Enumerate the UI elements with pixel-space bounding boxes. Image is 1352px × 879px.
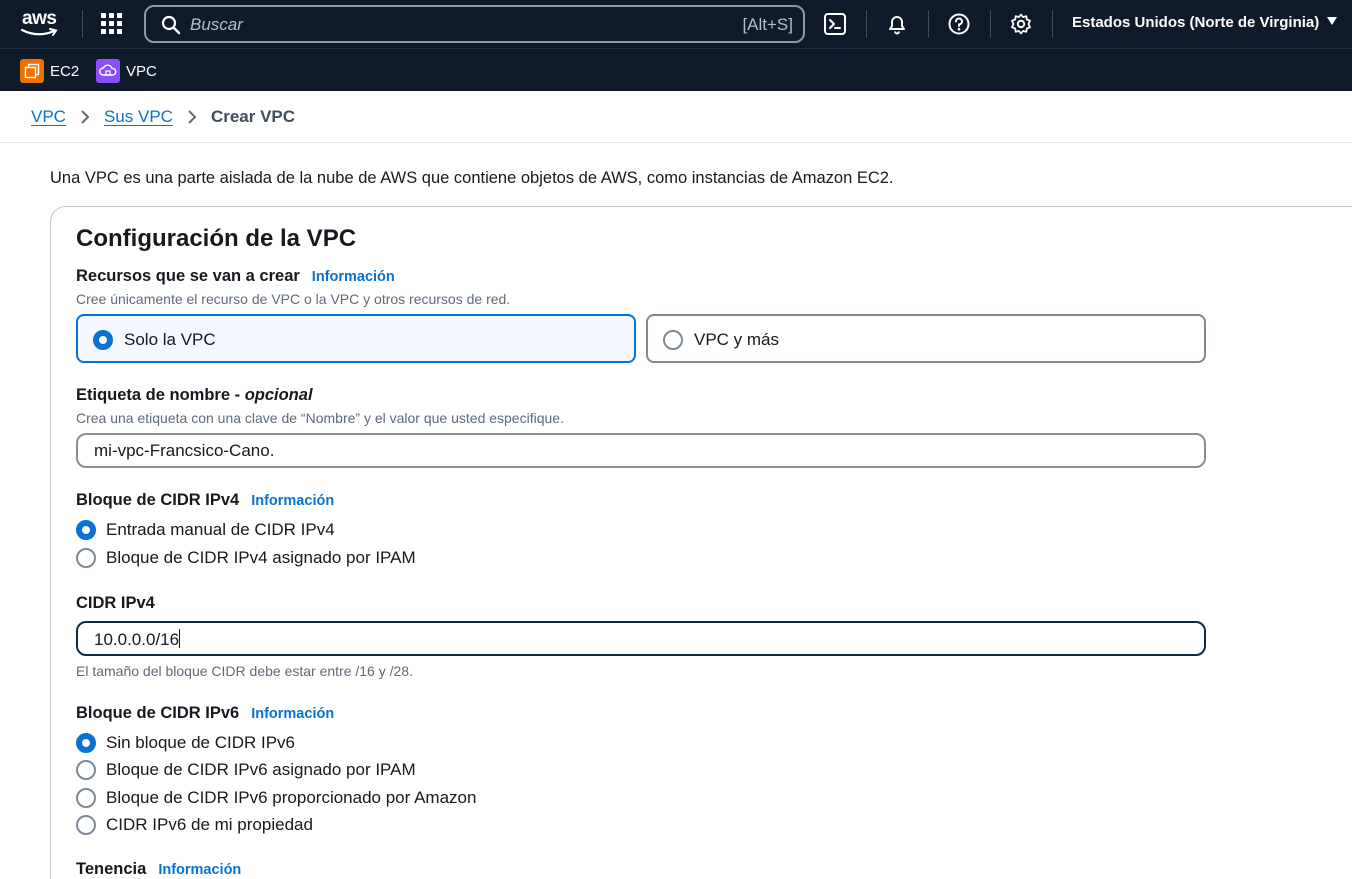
vpc-service-icon	[96, 59, 120, 83]
divider	[928, 10, 929, 38]
ipv4-cidr-hint: El tamaño del bloque CIDR debe estar ent…	[76, 663, 413, 679]
tenancy-label-text: Tenencia	[76, 860, 147, 878]
region-selector[interactable]: Estados Unidos (Norte de Virginia)	[1072, 14, 1338, 31]
tenancy-label: Tenencia Información	[76, 860, 241, 879]
optional-label: opcional	[244, 386, 313, 404]
radio-unselected-icon	[663, 330, 683, 350]
favorite-vpc[interactable]: VPC	[96, 59, 157, 83]
ipv6-info-link[interactable]: Información	[251, 706, 334, 722]
cloudshell-icon[interactable]	[823, 12, 847, 36]
bell-icon[interactable]	[885, 12, 909, 36]
option-label: Bloque de CIDR IPv6 asignado por IPAM	[106, 760, 416, 779]
radio-unselected-icon	[76, 815, 96, 835]
chevron-right-icon	[188, 110, 197, 124]
ipv6-block-label: Bloque de CIDR IPv6 Información	[76, 704, 334, 723]
top-navigation: aws Buscar [Alt+S] Estados Unidos (Norte…	[0, 0, 1352, 48]
tile-label: VPC y más	[694, 330, 780, 349]
name-tag-label: Etiqueta de nombre - opcional	[76, 386, 313, 405]
option-label: CIDR IPv6 de mi propiedad	[106, 815, 313, 834]
page-description: Una VPC es una parte aislada de la nube …	[50, 169, 894, 187]
breadcrumb-link-sus-vpc[interactable]: Sus VPC	[104, 107, 173, 127]
ipv4-block-label-text: Bloque de CIDR IPv4	[76, 491, 240, 509]
favorites-bar: EC2 VPC	[0, 48, 1352, 91]
search-placeholder: Buscar	[190, 15, 243, 34]
ipv4-info-link[interactable]: Información	[251, 493, 334, 509]
ipv4-cidr-label: CIDR IPv4	[76, 594, 155, 612]
container-title: Configuración de la VPC	[76, 225, 357, 252]
gear-icon[interactable]	[1009, 12, 1033, 36]
favorite-label: EC2	[50, 62, 80, 80]
search-input[interactable]: Buscar [Alt+S]	[144, 5, 805, 43]
tile-vpc-only[interactable]: Solo la VPC	[76, 314, 636, 363]
option-label: Sin bloque de CIDR IPv6	[106, 733, 295, 752]
name-tag-label-text: Etiqueta de nombre -	[76, 386, 245, 404]
tenancy-info-link[interactable]: Información	[158, 862, 241, 878]
divider	[990, 10, 991, 38]
resources-description: Cree únicamente el recurso de VPC o la V…	[76, 291, 511, 307]
ipv4-cidr-value-wrap: 10.0.0.0/16	[94, 629, 181, 650]
tile-vpc-and-more[interactable]: VPC y más	[646, 314, 1206, 363]
name-tag-input[interactable]: mi-vpc-Francsico-Cano.	[76, 433, 1206, 468]
tile-label: Solo la VPC	[124, 330, 216, 349]
favorite-label: VPC	[126, 62, 157, 80]
name-tag-value: mi-vpc-Francsico-Cano.	[94, 441, 275, 460]
resources-label-text: Recursos que se van a crear	[76, 267, 300, 285]
region-label: Estados Unidos (Norte de Virginia)	[1072, 14, 1320, 31]
ipv6-block-label-text: Bloque de CIDR IPv6	[76, 704, 240, 722]
resources-info-link[interactable]: Información	[312, 269, 395, 285]
radio-unselected-icon	[76, 760, 96, 780]
name-tag-description: Crea una etiqueta con una clave de “Nomb…	[76, 410, 564, 426]
radio-selected-icon	[93, 330, 113, 350]
chevron-right-icon	[81, 110, 90, 124]
ec2-service-icon	[20, 59, 44, 83]
search-shortcut: [Alt+S]	[742, 15, 793, 34]
option-label: Bloque de CIDR IPv6 proporcionado por Am…	[106, 788, 477, 807]
aws-logo-text: aws	[22, 8, 57, 29]
aws-smile-icon	[20, 28, 58, 36]
divider	[866, 10, 867, 38]
divider	[0, 142, 1352, 143]
radio-selected-icon	[76, 520, 96, 540]
radio-selected-icon	[76, 733, 96, 753]
option-label: Entrada manual de CIDR IPv4	[106, 520, 335, 539]
favorite-ec2[interactable]: EC2	[20, 59, 80, 83]
breadcrumb-current: Crear VPC	[210, 107, 296, 126]
ipv4-block-label: Bloque de CIDR IPv4 Información	[76, 491, 334, 510]
text-cursor	[179, 629, 181, 648]
divider	[82, 10, 83, 38]
radio-unselected-icon	[76, 788, 96, 808]
ipv4-cidr-input[interactable]: 10.0.0.0/16	[76, 621, 1206, 656]
services-grid-icon[interactable]	[100, 12, 124, 36]
option-label: Bloque de CIDR IPv4 asignado por IPAM	[106, 548, 416, 567]
divider	[1052, 10, 1053, 38]
resources-label: Recursos que se van a crear Información	[76, 267, 395, 286]
aws-logo[interactable]: aws	[20, 8, 64, 40]
breadcrumb: VPC Sus VPC Crear VPC	[31, 105, 295, 129]
breadcrumb-link-vpc[interactable]: VPC	[31, 107, 66, 127]
caret-down-icon	[1327, 17, 1338, 25]
ipv4-cidr-value: 10.0.0.0/16	[94, 630, 180, 649]
help-icon[interactable]	[947, 12, 971, 36]
search-icon	[161, 15, 181, 35]
radio-unselected-icon	[76, 548, 96, 568]
